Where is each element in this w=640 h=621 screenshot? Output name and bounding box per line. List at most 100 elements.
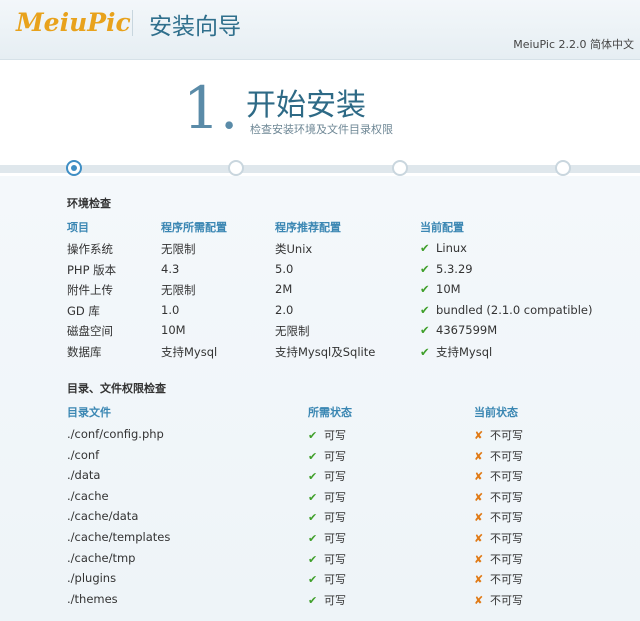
check-icon: ✔ <box>308 490 318 504</box>
dir-path: ./themes <box>67 591 118 606</box>
dir-required: ✔ 可写 <box>308 530 346 546</box>
dirs-header-row: 目录文件 所需状态 当前状态 <box>0 404 640 424</box>
dir-row: ./conf/config.php ✔ 可写 ✘ 不可写 <box>0 427 640 447</box>
env-header-row: 项目 程序所需配置 程序推荐配置 当前配置 <box>0 219 640 239</box>
dir-current-label: 不可写 <box>490 429 523 442</box>
env-current-value: 5.3.29 <box>436 261 473 276</box>
dir-current-label: 不可写 <box>490 470 523 484</box>
page-title: 安装向导 <box>149 14 241 40</box>
dir-current-label: 不可写 <box>490 449 523 463</box>
step-dot-4 <box>555 160 571 176</box>
dir-row: ./plugins ✔ 可写 ✘ 不可写 <box>0 571 640 591</box>
env-row: 数据库 支持Mysql 支持Mysql及Sqlite ✔ 支持Mysql <box>0 344 640 364</box>
env-item: PHP 版本 <box>67 262 117 277</box>
dir-required: ✔ 可写 <box>308 468 346 484</box>
dir-required-label: 可写 <box>324 429 346 442</box>
dir-path: ./cache/templates <box>67 530 171 544</box>
app-header: MeiuPic 安装向导 MeiuPic 2.2.0 简体中文 <box>0 0 640 60</box>
env-current: ✔ 10M <box>420 282 461 296</box>
check-icon: ✔ <box>308 552 318 566</box>
dir-row: ./cache/data ✔ 可写 ✘ 不可写 <box>0 509 640 529</box>
check-icon: ✔ <box>308 593 318 607</box>
check-icon: ✔ <box>420 261 430 276</box>
step-title: 开始安装 <box>246 88 366 123</box>
check-icon: ✔ <box>308 470 318 484</box>
header-divider <box>132 10 133 36</box>
dir-path: ./data <box>67 468 101 483</box>
env-current: ✔ 支持Mysql <box>420 344 492 360</box>
env-row: GD 库 1.0 2.0 ✔ bundled (2.1.0 compatible) <box>0 303 640 323</box>
check-icon: ✔ <box>420 282 430 297</box>
env-current-value: 4367599M <box>436 323 498 338</box>
env-required: 无限制 <box>161 283 196 298</box>
env-row: 磁盘空间 10M 无限制 ✔ 4367599M <box>0 323 640 343</box>
env-current-value: 支持Mysql <box>436 345 493 359</box>
dir-current: ✘ 不可写 <box>474 571 523 587</box>
env-col-current: 当前配置 <box>420 221 464 234</box>
env-recommended: 2M <box>275 282 293 297</box>
env-row: 附件上传 无限制 2M ✔ 10M <box>0 282 640 302</box>
dir-path: ./cache <box>67 488 109 503</box>
dir-required-label: 可写 <box>324 470 346 484</box>
cross-icon: ✘ <box>474 532 484 545</box>
env-required: 4.3 <box>161 261 180 276</box>
dir-current-label: 不可写 <box>490 490 523 504</box>
check-icon: ✔ <box>308 511 318 525</box>
progress-bar <box>0 165 640 173</box>
dirs-section-title: 目录、文件权限检查 <box>67 382 166 395</box>
check-icon: ✔ <box>308 573 318 587</box>
dir-current-label: 不可写 <box>490 593 523 607</box>
dir-current-label: 不可写 <box>490 532 523 545</box>
env-current: ✔ Linux <box>420 241 467 255</box>
env-current: ✔ 5.3.29 <box>420 262 473 276</box>
env-row: PHP 版本 4.3 5.0 ✔ 5.3.29 <box>0 262 640 282</box>
env-current-value: bundled (2.1.0 compatible) <box>436 302 593 317</box>
dir-current: ✘ 不可写 <box>474 468 523 484</box>
dir-current: ✘ 不可写 <box>474 489 523 505</box>
dir-current-label: 不可写 <box>490 552 523 566</box>
env-current-value: 10M <box>436 282 461 297</box>
env-row: 操作系统 无限制 类Unix ✔ Linux <box>0 241 640 261</box>
env-required: 1.0 <box>161 302 180 317</box>
env-required: 无限制 <box>161 242 196 256</box>
check-icon: ✔ <box>420 345 430 359</box>
cross-icon: ✘ <box>474 573 484 587</box>
env-item: 附件上传 <box>67 283 113 298</box>
dirs-col-required: 所需状态 <box>308 406 352 419</box>
env-recommended: 无限制 <box>275 324 310 339</box>
cross-icon: ✘ <box>474 449 484 463</box>
check-icon: ✔ <box>308 429 318 442</box>
dir-required-label: 可写 <box>324 511 346 525</box>
dir-path: ./plugins <box>67 571 117 586</box>
dir-row: ./cache/tmp ✔ 可写 ✘ 不可写 <box>0 551 640 571</box>
check-icon: ✔ <box>420 302 430 317</box>
dir-required: ✔ 可写 <box>308 489 346 505</box>
env-current-value: Linux <box>436 241 467 255</box>
dir-current-label: 不可写 <box>490 573 523 587</box>
env-current: ✔ 4367599M <box>420 323 497 337</box>
dir-path: ./cache/tmp <box>67 550 136 565</box>
dirs-col-current: 当前状态 <box>474 406 518 419</box>
dir-current-label: 不可写 <box>490 511 523 525</box>
cross-icon: ✘ <box>474 552 484 566</box>
env-col-item: 项目 <box>67 221 89 234</box>
dir-required-label: 可写 <box>324 593 346 607</box>
env-col-recommended: 程序推荐配置 <box>275 221 341 234</box>
check-icon: ✔ <box>308 532 318 545</box>
step-number: 1. <box>183 74 239 142</box>
check-icon: ✔ <box>420 323 430 338</box>
dir-required: ✔ 可写 <box>308 509 346 525</box>
cross-icon: ✘ <box>474 593 484 607</box>
dir-current: ✘ 不可写 <box>474 592 523 608</box>
env-recommended: 类Unix <box>275 242 313 256</box>
env-item: 操作系统 <box>67 242 113 256</box>
dir-required: ✔ 可写 <box>308 427 346 443</box>
env-col-required: 程序所需配置 <box>161 221 227 234</box>
dir-path: ./conf <box>67 447 100 462</box>
step-dot-2 <box>228 160 244 176</box>
meiupic-logo[interactable]: MeiuPic <box>16 8 131 37</box>
cross-icon: ✘ <box>474 490 484 504</box>
dir-path: ./cache/data <box>67 509 139 524</box>
env-recommended: 支持Mysql及Sqlite <box>275 345 376 359</box>
cross-icon: ✘ <box>474 429 484 442</box>
